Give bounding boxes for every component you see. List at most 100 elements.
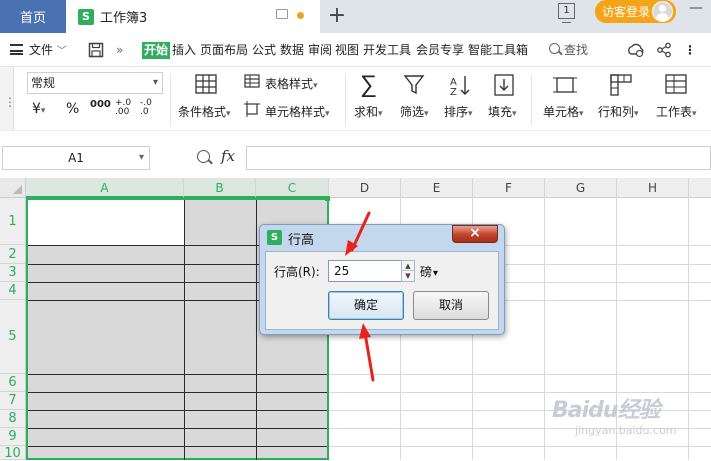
spin-up-icon[interactable]: ▲	[402, 261, 414, 271]
column-header-h[interactable]: H	[617, 178, 689, 198]
fill-button[interactable]: 填充▾	[488, 103, 517, 120]
row-height-label: 行高(R):	[274, 265, 320, 279]
row-header-5[interactable]: 5	[0, 300, 26, 374]
number-format-select[interactable]: 常规	[27, 72, 163, 94]
menu-view[interactable]: 视图	[335, 42, 359, 59]
menu-page-layout[interactable]: 页面布局	[200, 42, 248, 59]
menu-home[interactable]: 开始	[142, 42, 171, 59]
currency-button[interactable]: ¥▾	[32, 101, 45, 117]
row-header-6[interactable]: 6	[0, 374, 26, 392]
cell-border	[28, 446, 327, 447]
cell-border	[28, 374, 327, 375]
ok-button[interactable]: 确定	[328, 291, 404, 320]
menu-file[interactable]: 文件 ﹀	[29, 42, 67, 59]
filter-label: 筛选	[400, 105, 425, 119]
window-count-icon[interactable]: 1	[558, 3, 575, 23]
decrease-decimal-button[interactable]: -.0 .0	[140, 99, 158, 117]
more-options-icon[interactable]: ⋮	[684, 42, 697, 59]
save-icon[interactable]	[88, 42, 104, 58]
row-header-1[interactable]: 1	[0, 198, 26, 245]
spin-down-icon[interactable]: ▼	[402, 271, 414, 281]
menu-more-icon[interactable]: »	[116, 42, 123, 59]
column-header-f[interactable]: F	[473, 178, 545, 198]
conditional-format-button[interactable]: 条件格式▾	[178, 103, 231, 120]
row-header-9[interactable]: 9	[0, 428, 26, 446]
row-header-8[interactable]: 8	[0, 410, 26, 428]
column-header-a[interactable]: A	[26, 178, 184, 198]
sum-button[interactable]: 求和▾	[354, 103, 383, 120]
menu-search[interactable]: 查找	[564, 42, 588, 59]
conditional-format-label: 条件格式	[178, 105, 227, 119]
avatar-icon[interactable]	[652, 1, 673, 22]
ribbon-divider	[531, 74, 532, 126]
column-header-g[interactable]: G	[545, 178, 617, 198]
ribbon-divider	[345, 74, 346, 126]
cell-border	[184, 200, 185, 460]
hamburger-menu-icon[interactable]	[10, 44, 23, 55]
tab-home[interactable]: 首页	[0, 0, 66, 33]
menu-review[interactable]: 审阅	[308, 42, 332, 59]
search-icon[interactable]	[549, 43, 560, 54]
row-header-2[interactable]: 2	[0, 245, 26, 264]
cell-style-label: 单元格样式	[265, 105, 326, 119]
cancel-button[interactable]: 取消	[413, 291, 489, 320]
row-column-button[interactable]: 行和列▾	[598, 103, 639, 120]
row-header-7[interactable]: 7	[0, 392, 26, 410]
menu-formulas[interactable]: 公式	[252, 42, 276, 59]
currency-label: ¥	[32, 101, 41, 117]
cell-style-button[interactable]: 单元格样式▾	[265, 103, 330, 120]
row-header-3[interactable]: 3	[0, 264, 26, 282]
percent-button[interactable]: %	[66, 101, 79, 117]
share-icon[interactable]	[656, 42, 672, 58]
add-tab-button[interactable]: +	[326, 3, 348, 29]
ribbon-divider	[170, 74, 171, 126]
row-header-10[interactable]: 10	[0, 446, 26, 461]
tab-workbook-label: 工作簿3	[100, 11, 148, 26]
function-icon[interactable]: fx	[221, 147, 235, 165]
cell-style-icon	[244, 101, 260, 117]
row-header-4[interactable]: 4	[0, 282, 26, 300]
menu-smart-toolbox[interactable]: 智能工具箱	[468, 42, 528, 59]
menu-member[interactable]: 会员专享	[416, 42, 464, 59]
table-style-icon	[244, 74, 260, 88]
zoom-icon[interactable]	[197, 150, 210, 163]
increase-decimal-button[interactable]: +.0 .00	[115, 99, 133, 117]
menu-developer[interactable]: 开发工具	[363, 42, 411, 59]
unit-select[interactable]: 磅	[420, 263, 438, 280]
row-column-icon	[610, 74, 632, 96]
minimize-icon[interactable]: —	[689, 1, 703, 16]
active-cell-a1[interactable]	[28, 200, 184, 245]
sort-button[interactable]: 排序▾	[444, 103, 473, 120]
dialog-close-button[interactable]: ×	[452, 225, 498, 243]
menu-data[interactable]: 数据	[280, 42, 304, 59]
cloud-sync-icon[interactable]	[627, 42, 645, 58]
column-header-e[interactable]: E	[401, 178, 473, 198]
cell-border	[28, 410, 327, 411]
gridline	[544, 198, 545, 460]
thousands-button[interactable]: 000	[90, 99, 111, 110]
monitor-icon[interactable]	[276, 9, 288, 19]
cell-button[interactable]: 单元格▾	[543, 103, 584, 120]
column-header-b[interactable]: B	[184, 178, 256, 198]
sum-icon: ∑	[360, 70, 378, 98]
cell-icon	[553, 77, 577, 93]
formula-input[interactable]	[246, 146, 711, 170]
fill-label: 填充	[488, 105, 513, 119]
gridline	[688, 198, 689, 460]
worksheet-button[interactable]: 工作表▾	[656, 103, 697, 120]
column-header-c[interactable]: C	[256, 178, 329, 198]
fill-handle[interactable]	[325, 196, 330, 201]
cell-border	[28, 428, 327, 429]
row-height-input[interactable]: 25	[328, 260, 402, 282]
watermark-url: jingyan.baidu.com	[575, 424, 677, 437]
sum-label: 求和	[354, 105, 379, 119]
unsaved-dot-icon	[297, 12, 304, 19]
name-box[interactable]: A1	[2, 146, 150, 170]
select-all-corner[interactable]	[0, 178, 26, 198]
column-header-d[interactable]: D	[329, 178, 401, 198]
table-style-button[interactable]: 表格样式▾	[265, 75, 318, 92]
filter-button[interactable]: 筛选▾	[400, 103, 429, 120]
menu-insert[interactable]: 插入	[172, 42, 196, 59]
filter-icon	[403, 75, 425, 95]
menu-file-label: 文件	[29, 43, 54, 57]
